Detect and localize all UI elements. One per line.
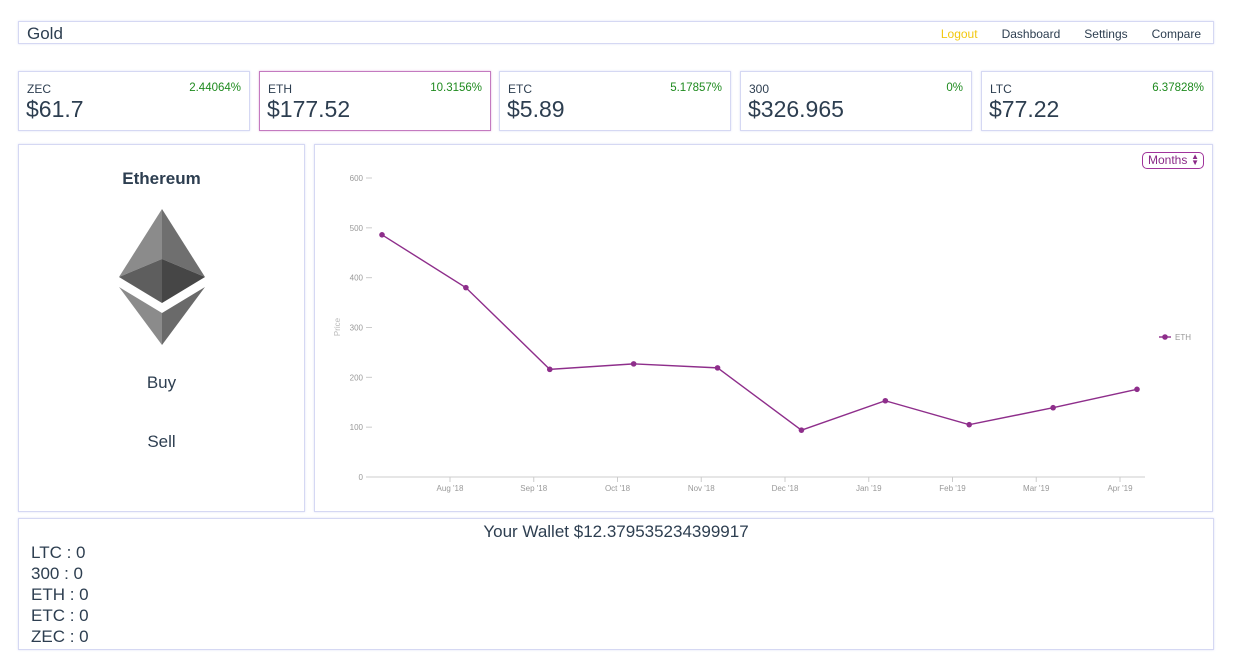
range-select-value: Months: [1148, 153, 1188, 167]
holding-row: ETC : 0: [31, 606, 89, 625]
sell-button[interactable]: Sell: [19, 432, 304, 452]
price-chart-panel: [314, 144, 1213, 512]
ticker-change: 6.37828%: [1152, 82, 1204, 94]
holding-row: ZEC : 0: [31, 627, 89, 646]
ticker-price: $5.89: [507, 96, 565, 122]
ticker-symbol: ZEC: [27, 82, 51, 96]
ticker-price: $61.7: [26, 96, 84, 122]
ticker-price: $77.22: [989, 96, 1060, 122]
ticker-change: 10.3156%: [430, 82, 482, 94]
ticker-card-etc[interactable]: ETC 5.17857% $5.89: [499, 71, 731, 131]
holding-row: 300 : 0: [31, 564, 83, 583]
ticker-symbol: LTC: [990, 82, 1012, 96]
wallet-title: Your Wallet $12.379535234399917: [483, 522, 749, 541]
holding-row: ETH : 0: [31, 585, 89, 604]
ticker-card-ltc[interactable]: LTC 6.37828% $77.22: [981, 71, 1213, 131]
ticker-price: $177.52: [267, 96, 351, 122]
nav-logout-link[interactable]: Logout: [929, 27, 990, 41]
app-brand[interactable]: Gold: [27, 24, 63, 44]
wallet-holdings: LTC : 0 300 : 0 ETH : 0 ETC : 0 ZEC : 0: [31, 542, 89, 647]
ticker-change: 5.17857%: [670, 82, 722, 94]
ticker-price: $326.965: [748, 96, 844, 122]
top-navbar: Gold Logout Dashboard Settings Compare: [18, 21, 1214, 44]
ticker-symbol: ETH: [268, 82, 292, 96]
ticker-change: 2.44064%: [189, 82, 241, 94]
coin-name: Ethereum: [122, 169, 201, 188]
ticker-card-zec[interactable]: ZEC 2.44064% $61.7: [18, 71, 250, 131]
ticker-card-eth[interactable]: ETH 10.3156% $177.52: [259, 71, 491, 131]
wallet-panel: Your Wallet $12.379535234399917 LTC : 0 …: [18, 518, 1214, 650]
buy-button[interactable]: Buy: [19, 373, 304, 393]
ticker-symbol: ETC: [508, 82, 532, 96]
nav-links: Logout Dashboard Settings Compare: [929, 22, 1213, 45]
nav-dashboard-link[interactable]: Dashboard: [990, 27, 1073, 41]
holding-row: LTC : 0: [31, 543, 86, 562]
range-select[interactable]: Months ▲ ▼: [1142, 152, 1204, 169]
ticker-change: 0%: [946, 82, 963, 94]
select-arrows-icon: ▲ ▼: [1191, 152, 1199, 167]
ticker-card-300[interactable]: 300 0% $326.965: [740, 71, 972, 131]
ethereum-logo-icon: [119, 209, 205, 345]
nav-compare-link[interactable]: Compare: [1140, 27, 1213, 41]
ticker-symbol: 300: [749, 82, 770, 96]
nav-settings-link[interactable]: Settings: [1072, 27, 1139, 41]
